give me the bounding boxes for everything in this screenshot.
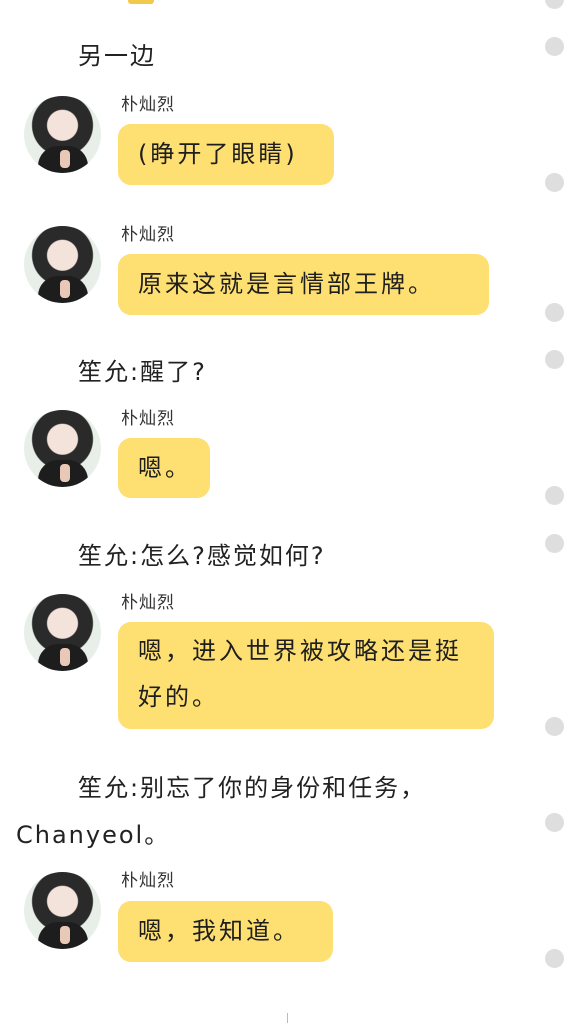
speaker-name: 朴灿烈 — [121, 225, 175, 245]
speaker-name: 朴灿烈 — [121, 871, 175, 891]
dot-icon — [545, 0, 564, 9]
avatar[interactable] — [24, 226, 101, 303]
dot-icon — [545, 949, 564, 968]
speaker-name: 朴灿烈 — [121, 593, 175, 613]
right-rail — [536, 0, 576, 1024]
avatar[interactable] — [24, 594, 101, 671]
narration-line: Chanyeol。 — [16, 821, 171, 849]
avatar[interactable] — [24, 410, 101, 487]
avatar[interactable] — [24, 872, 101, 949]
speaker-name: 朴灿烈 — [121, 95, 175, 115]
avatar[interactable] — [24, 96, 101, 173]
top-bubble-fragment — [128, 0, 154, 4]
dot-icon — [545, 303, 564, 322]
dot-icon — [545, 173, 564, 192]
message-bubble[interactable]: (睁开了眼睛) — [118, 124, 334, 185]
dot-icon — [545, 486, 564, 505]
dot-icon — [545, 717, 564, 736]
bottom-divider — [287, 1013, 288, 1023]
message-bubble[interactable]: 嗯，进入世界被攻略还是挺好的。 — [118, 622, 494, 729]
narration-line: 笙允:醒了? — [78, 358, 207, 386]
message-bubble[interactable]: 嗯，我知道。 — [118, 901, 333, 962]
dot-icon — [545, 813, 564, 832]
dot-icon — [545, 534, 564, 553]
narration-line: 笙允:怎么?感觉如何? — [78, 542, 326, 570]
section-heading: 另一边 — [78, 42, 156, 70]
message-bubble[interactable]: 嗯。 — [118, 438, 210, 498]
speaker-name: 朴灿烈 — [121, 409, 175, 429]
dot-icon — [545, 350, 564, 369]
dot-icon — [545, 37, 564, 56]
narration-line: 笙允:别忘了你的身份和任务， — [78, 774, 427, 802]
message-bubble[interactable]: 原来这就是言情部王牌。 — [118, 254, 489, 315]
